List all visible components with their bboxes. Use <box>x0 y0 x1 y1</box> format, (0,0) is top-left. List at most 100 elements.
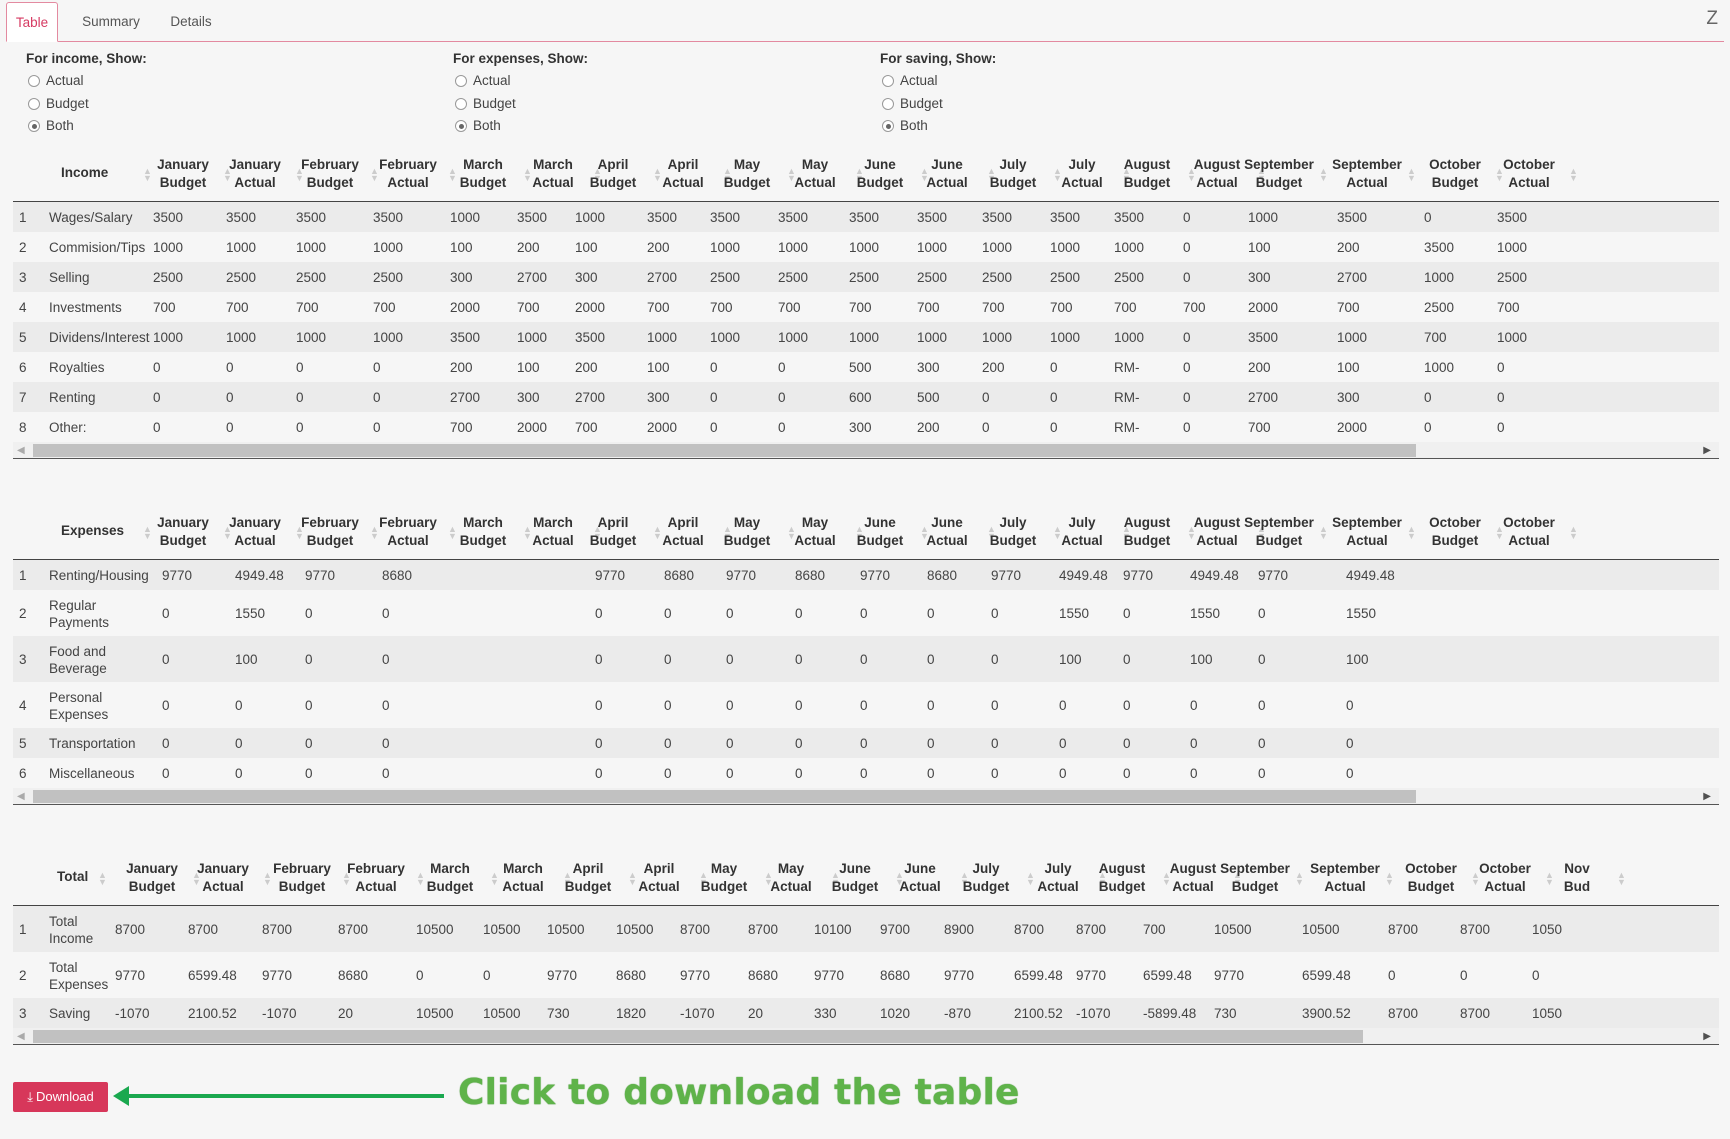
tab-table[interactable]: Table <box>6 2 58 42</box>
radio-option[interactable]: Actual <box>880 70 996 93</box>
horizontal-scrollbar[interactable]: ◀ ▶ <box>13 442 1719 459</box>
scroll-right-icon[interactable]: ▶ <box>1703 442 1711 459</box>
horizontal-scrollbar[interactable]: ◀ ▶ <box>13 788 1719 805</box>
radio-option[interactable]: Budget <box>26 93 147 116</box>
tab-summary[interactable]: Summary <box>68 2 154 42</box>
radio-option[interactable]: Both <box>453 115 588 138</box>
scroll-left-icon[interactable]: ◀ <box>17 1028 25 1045</box>
scroll-right-icon[interactable]: ▶ <box>1703 1028 1711 1045</box>
radio-option[interactable]: Budget <box>453 93 588 116</box>
radio-button[interactable] <box>882 120 894 133</box>
table-cell: 200 <box>450 360 473 375</box>
sort-icon[interactable]: ▲ ▼ <box>98 871 107 887</box>
column-header[interactable]: October Actual <box>1487 156 1571 192</box>
table-cell: 0 <box>982 420 990 435</box>
table-cell: 700 <box>917 300 940 315</box>
download-button[interactable]: ⤓ Download <box>13 1082 108 1112</box>
column-header[interactable]: January Actual <box>181 860 265 896</box>
table-cell: 1000 <box>849 330 880 345</box>
table-row: 1 Wages/Salary 3500 3500 3500 3500 1000 3500 100… <box>13 202 1719 232</box>
radio-label: Actual <box>900 73 938 88</box>
table-cell: 2500 <box>982 270 1013 285</box>
table-header: Income ▲ ▼ January Budget ▲ ▼ January Actual ▲ ▼… <box>13 148 1719 202</box>
table-cell: 2700 <box>575 390 606 405</box>
table-cell: 0 <box>795 606 803 621</box>
sort-icon[interactable]: ▲ ▼ <box>1569 167 1578 183</box>
column-header[interactable]: March Budget <box>408 860 492 896</box>
scroll-right-icon[interactable]: ▶ <box>1703 788 1711 805</box>
table-cell: 700 <box>153 300 176 315</box>
table-cell: 3500 <box>647 210 678 225</box>
radio-button[interactable] <box>28 120 40 133</box>
radio-group-title: For saving, Show: <box>880 51 997 66</box>
column-header[interactable]: February Budget <box>288 156 372 192</box>
column-header[interactable]: February Budget <box>288 514 372 550</box>
table-cell: 0 <box>726 698 734 713</box>
radio-button[interactable] <box>882 97 894 110</box>
table-cell: 700 <box>1114 300 1137 315</box>
column-header[interactable]: September Actual <box>1325 514 1409 550</box>
column-header[interactable]: September Actual <box>1325 156 1409 192</box>
scroll-left-icon[interactable]: ◀ <box>17 788 25 805</box>
radio-button[interactable] <box>28 75 40 88</box>
radio-option[interactable]: Both <box>880 115 996 138</box>
row-label: Renting/Housing <box>49 568 149 583</box>
column-header[interactable]: February Actual <box>366 156 450 192</box>
column-header[interactable]: September Budget <box>1237 514 1321 550</box>
column-header[interactable]: February Budget <box>260 860 344 896</box>
table-cell: 0 <box>1183 360 1191 375</box>
table-cell: 0 <box>778 360 786 375</box>
radio-button[interactable] <box>882 75 894 88</box>
row-label: Transportation <box>49 736 136 751</box>
sort-icon[interactable]: ▲ ▼ <box>1617 871 1626 887</box>
header-expenses_table-label[interactable]: Expenses <box>61 522 124 540</box>
table-cell: 100 <box>1346 652 1369 667</box>
radio-button[interactable] <box>455 97 467 110</box>
table-cell: 1000 <box>153 240 184 255</box>
column-header[interactable]: September Budget <box>1213 860 1297 896</box>
column-header[interactable]: January Actual <box>213 514 297 550</box>
column-header[interactable]: October Actual <box>1487 514 1571 550</box>
column-header[interactable]: Nov Bud <box>1535 860 1619 896</box>
table-cell: 700 <box>1424 330 1447 345</box>
table-row: 1 Total Income 8700 8700 8700 8700 10500 10500 1… <box>13 906 1719 952</box>
column-header[interactable]: October Budget <box>1413 514 1497 550</box>
table-cell: 0 <box>382 652 390 667</box>
table-cell: 9770 <box>860 568 891 583</box>
radio-button[interactable] <box>455 120 467 133</box>
table-cell: 0 <box>235 766 243 781</box>
header-total_table-label[interactable]: Total <box>57 868 88 886</box>
scroll-thumb[interactable] <box>33 444 1416 457</box>
table-cell: 8700 <box>262 922 293 937</box>
scroll-thumb[interactable] <box>33 1030 1363 1043</box>
radio-button[interactable] <box>28 97 40 110</box>
column-header[interactable]: September Actual <box>1303 860 1387 896</box>
table-cell: 0 <box>991 606 999 621</box>
table-cell: 0 <box>778 420 786 435</box>
radio-option[interactable]: Actual <box>26 70 147 93</box>
column-header[interactable]: January Actual <box>213 156 297 192</box>
table-cell: 0 <box>162 606 170 621</box>
radio-option[interactable]: Budget <box>880 93 996 116</box>
sort-icon[interactable]: ▲ ▼ <box>1295 871 1304 887</box>
row-number: 6 <box>19 360 27 375</box>
tab-details[interactable]: Details <box>156 2 226 42</box>
radio-label: Actual <box>46 73 84 88</box>
table-cell: 0 <box>373 360 381 375</box>
scroll-left-icon[interactable]: ◀ <box>17 442 25 459</box>
column-header[interactable]: February Actual <box>334 860 418 896</box>
column-header[interactable]: October Budget <box>1413 156 1497 192</box>
column-header[interactable]: February Actual <box>366 514 450 550</box>
header-income_table-label[interactable]: Income <box>61 164 108 182</box>
sort-icon[interactable]: ▲ ▼ <box>1569 525 1578 541</box>
column-header[interactable]: October Budget <box>1389 860 1473 896</box>
z-icon[interactable]: Z <box>1706 8 1718 30</box>
radio-option[interactable]: Both <box>26 115 147 138</box>
column-header[interactable]: September Budget <box>1237 156 1321 192</box>
table-cell: 700 <box>575 420 598 435</box>
scroll-thumb[interactable] <box>33 790 1416 803</box>
table-cell: 0 <box>795 766 803 781</box>
radio-option[interactable]: Actual <box>453 70 588 93</box>
horizontal-scrollbar[interactable]: ◀ ▶ <box>13 1028 1719 1045</box>
radio-button[interactable] <box>455 75 467 88</box>
